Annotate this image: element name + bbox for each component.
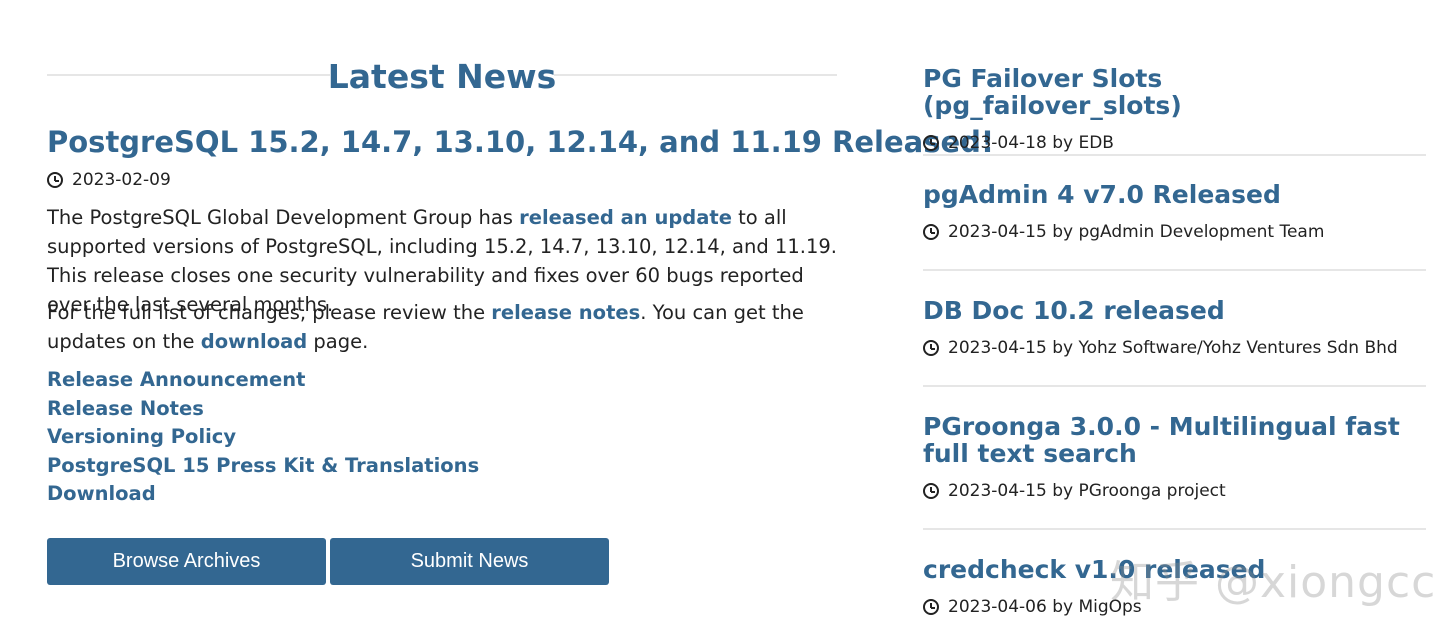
section-title: Latest News	[327, 57, 557, 96]
article-date-text: 2023-02-09	[72, 170, 171, 190]
news-divider	[923, 528, 1426, 530]
clock-icon	[923, 224, 939, 240]
p2-text-after: page.	[307, 330, 369, 353]
news-item: PG Failover Slots (pg_failover_slots) 20…	[923, 65, 1426, 155]
news-meta-text: 2023-04-15 by PGroonga project	[948, 481, 1226, 501]
press-kit-link[interactable]: PostgreSQL 15 Press Kit & Translations	[47, 452, 479, 481]
article-links: Release Announcement Release Notes Versi…	[47, 366, 479, 509]
news-meta-text: 2023-04-18 by EDB	[948, 133, 1114, 153]
news-meta: 2023-04-18 by EDB	[923, 131, 1426, 155]
article-date: 2023-02-09	[47, 168, 171, 192]
news-divider	[923, 269, 1426, 271]
released-an-update-link[interactable]: released an update	[519, 206, 732, 229]
download-list-link[interactable]: Download	[47, 480, 479, 509]
submit-news-button[interactable]: Submit News	[330, 538, 609, 585]
news-item: DB Doc 10.2 released 2023-04-15 by Yohz …	[923, 297, 1426, 360]
news-meta-text: 2023-04-15 by pgAdmin Development Team	[948, 222, 1325, 242]
news-title-link[interactable]: DB Doc 10.2 released	[923, 296, 1225, 325]
heading-divider-right	[554, 74, 837, 76]
browse-archives-button[interactable]: Browse Archives	[47, 538, 326, 585]
clock-icon	[923, 135, 939, 151]
release-notes-list-link[interactable]: Release Notes	[47, 395, 479, 424]
news-title-link[interactable]: PG Failover Slots (pg_failover_slots)	[923, 64, 1182, 120]
p2-text-before: For the full list of changes, please rev…	[47, 301, 492, 324]
news-meta-text: 2023-04-15 by Yohz Software/Yohz Venture…	[948, 338, 1398, 358]
release-announcement-link[interactable]: Release Announcement	[47, 366, 479, 395]
p1-text-before: The PostgreSQL Global Development Group …	[47, 206, 520, 229]
watermark: 知乎 @xiongcc	[1110, 557, 1437, 608]
clock-icon	[47, 172, 63, 188]
versioning-policy-link[interactable]: Versioning Policy	[47, 423, 479, 452]
article-title-link[interactable]: PostgreSQL 15.2, 14.7, 13.10, 12.14, and…	[47, 122, 994, 162]
news-divider	[923, 385, 1426, 387]
article-paragraph-2: For the full list of changes, please rev…	[47, 298, 837, 356]
news-meta: 2023-04-15 by pgAdmin Development Team	[923, 220, 1426, 244]
download-link[interactable]: download	[201, 330, 307, 353]
news-divider	[923, 154, 1426, 156]
news-meta: 2023-04-15 by Yohz Software/Yohz Venture…	[923, 336, 1426, 360]
clock-icon	[923, 340, 939, 356]
news-meta: 2023-04-15 by PGroonga project	[923, 479, 1426, 503]
section-heading: Latest News	[47, 56, 837, 100]
clock-icon	[923, 483, 939, 499]
news-title-link[interactable]: PGroonga 3.0.0 - Multilingual fast full …	[923, 412, 1400, 468]
news-item: pgAdmin 4 v7.0 Released 2023-04-15 by pg…	[923, 181, 1426, 244]
news-item: PGroonga 3.0.0 - Multilingual fast full …	[923, 413, 1426, 503]
clock-icon	[923, 599, 939, 615]
news-title-link[interactable]: pgAdmin 4 v7.0 Released	[923, 180, 1281, 209]
release-notes-link[interactable]: release notes	[491, 301, 640, 324]
